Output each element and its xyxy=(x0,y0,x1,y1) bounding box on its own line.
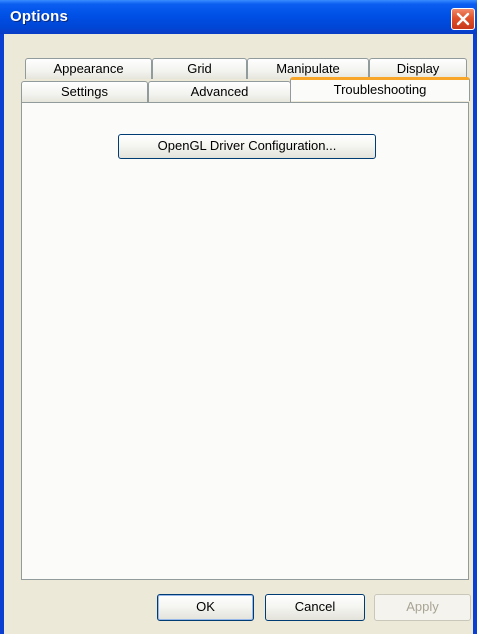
tab-appearance[interactable]: Appearance xyxy=(25,58,152,79)
tab-manipulate[interactable]: Manipulate xyxy=(247,58,369,79)
close-button[interactable] xyxy=(451,8,475,30)
ok-button[interactable]: OK xyxy=(157,594,254,621)
title-bar[interactable]: Options xyxy=(0,0,477,34)
tab-label: Settings xyxy=(61,84,108,99)
tab-panel-troubleshooting: OpenGL Driver Configuration... xyxy=(21,102,469,580)
tab-label: Display xyxy=(396,61,440,76)
cancel-button[interactable]: Cancel xyxy=(265,594,365,621)
tab-advanced[interactable]: Advanced xyxy=(148,81,291,102)
close-icon xyxy=(456,12,470,26)
tab-settings[interactable]: Settings xyxy=(21,81,148,102)
tab-label: Appearance xyxy=(53,61,124,76)
tab-label: Advanced xyxy=(190,84,249,99)
apply-button[interactable]: Apply xyxy=(374,594,471,621)
tab-grid[interactable]: Grid xyxy=(152,58,247,79)
tab-troubleshooting[interactable]: Troubleshooting xyxy=(290,77,470,101)
opengl-driver-configuration-button[interactable]: OpenGL Driver Configuration... xyxy=(118,134,376,159)
tab-label: Grid xyxy=(187,61,212,76)
window-title: Options xyxy=(10,8,69,25)
tab-label: Manipulate xyxy=(276,61,340,76)
tab-display[interactable]: Display xyxy=(369,58,467,79)
tab-label: Troubleshooting xyxy=(333,82,427,97)
